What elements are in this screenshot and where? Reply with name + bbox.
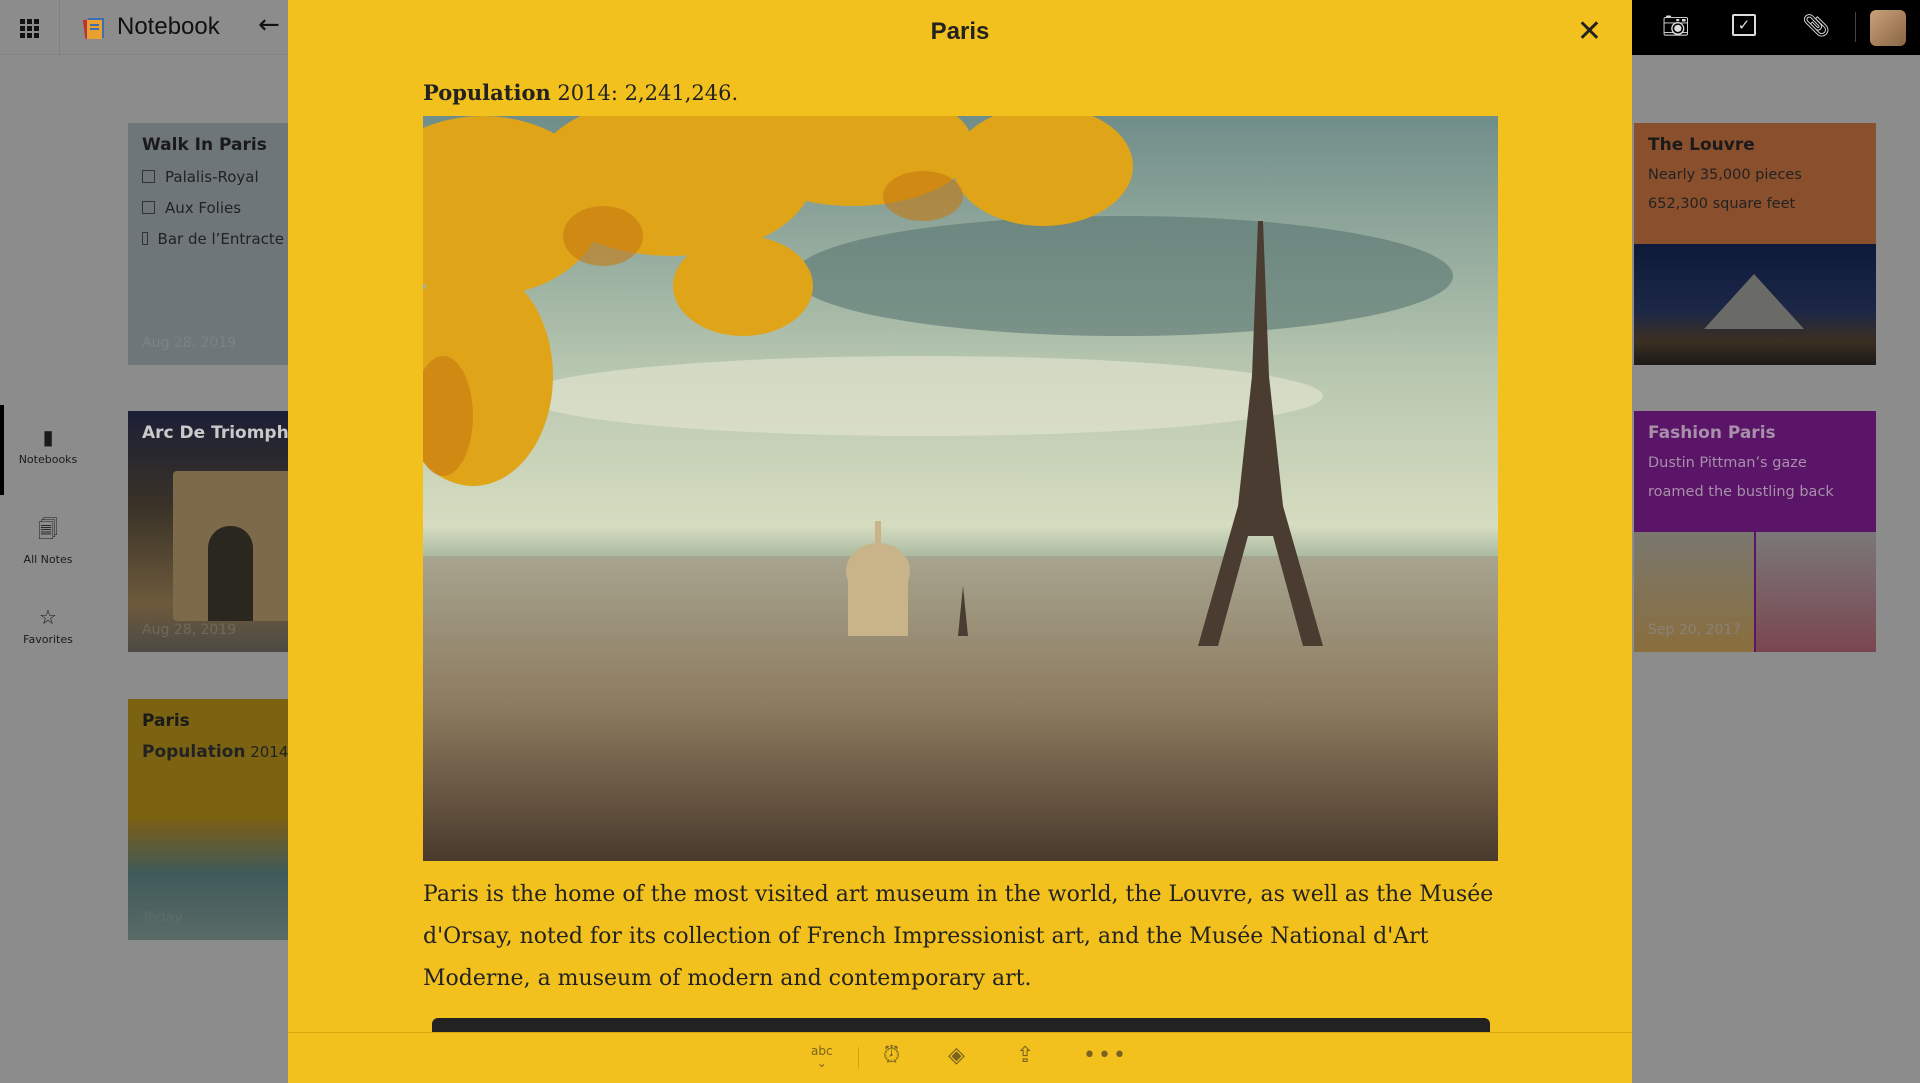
- divider: [59, 0, 60, 55]
- card-bold: Population: [142, 742, 246, 762]
- app-grid-icon[interactable]: [20, 19, 39, 38]
- population-label: Population: [423, 80, 551, 105]
- checklist-item[interactable]: Aux Folies: [142, 192, 284, 223]
- card-title: Paris: [142, 711, 190, 731]
- card-image: [1756, 532, 1876, 652]
- app-title: Notebook: [117, 13, 220, 40]
- alarm-icon[interactable]: ⏰︎: [883, 1043, 900, 1068]
- bottom-toolbar: abc ⌄ ⏰︎ ◈ ⇪ •••: [288, 1032, 1632, 1083]
- paint-bucket-icon[interactable]: ◈: [948, 1043, 965, 1068]
- note-card-paris[interactable]: Paris Population 2014: 2,241,246. Today: [128, 699, 298, 940]
- paperclip-icon[interactable]: 📎︎: [1802, 14, 1830, 39]
- note-card-louvre[interactable]: The Louvre Nearly 35,000 pieces 652,300 …: [1634, 123, 1876, 365]
- scroll-content-edge: [432, 1018, 1490, 1032]
- card-title: Walk In Paris: [142, 135, 267, 155]
- notes-icon: 🗐︎: [38, 517, 58, 541]
- checklist-item[interactable]: Palalis-Royal: [142, 161, 284, 192]
- card-text: Nearly 35,000 pieces 652,300 square feet: [1648, 167, 1802, 212]
- sidebar-item-notebooks[interactable]: ▮ Notebooks: [0, 425, 96, 466]
- paris-eiffel-image: [423, 116, 1498, 861]
- sidebar-item-label: Notebooks: [18, 453, 78, 466]
- population-line[interactable]: Population 2014: 2,241,246.: [423, 80, 738, 105]
- sidebar-item-label: Favorites: [23, 633, 73, 646]
- avatar[interactable]: [1870, 10, 1906, 46]
- sidebar-item-favorites[interactable]: ☆ Favorites: [0, 605, 96, 646]
- sidebar-item-all-notes[interactable]: 🗐︎ All Notes: [0, 515, 96, 566]
- top-bar: Notebook ←: [0, 0, 288, 55]
- modal-title: Paris: [930, 18, 990, 45]
- camera-icon[interactable]: 📷︎: [1662, 14, 1690, 39]
- note-body[interactable]: Paris is the home of the most visited ar…: [423, 874, 1498, 1000]
- card-title: Fashion Paris: [1648, 423, 1776, 443]
- card-title: Arc De Triomphe: [142, 423, 298, 443]
- paris-photo[interactable]: [423, 116, 1498, 861]
- checkbox-icon[interactable]: ✓: [1732, 14, 1756, 36]
- share-icon[interactable]: ⇪: [1016, 1043, 1034, 1068]
- divider: [858, 1047, 859, 1069]
- card-date: Aug 28, 2019: [142, 335, 237, 351]
- note-card-walk-in-paris[interactable]: Walk In Paris Palalis-Royal Aux Folies B…: [128, 123, 298, 365]
- checklist-item[interactable]: Bar de l’Entracte: [142, 223, 284, 254]
- star-icon: ☆: [39, 605, 57, 629]
- note-modal: Paris ✕ Population 2014: 2,241,246. Pari…: [288, 0, 1632, 1083]
- close-icon[interactable]: ✕: [1577, 14, 1602, 49]
- card-text: Dustin Pittman’s gaze roamed the bustlin…: [1648, 455, 1834, 500]
- back-arrow-icon[interactable]: ←: [258, 10, 280, 40]
- card-date: Aug 28, 2019: [142, 622, 237, 638]
- sidebar-item-label: All Notes: [23, 553, 73, 566]
- card-date: Today: [142, 910, 183, 926]
- arc-image: [173, 471, 298, 621]
- divider: [1855, 12, 1856, 42]
- notebook-icon: ▮: [42, 425, 54, 449]
- card-title: The Louvre: [1648, 135, 1755, 155]
- card-date: Sep 20, 2017: [1648, 622, 1742, 638]
- notebook-logo-icon: [82, 17, 104, 40]
- population-value: 2014: 2,241,246.: [550, 81, 739, 105]
- note-card-fashion-paris[interactable]: Fashion Paris Dustin Pittman’s gaze roam…: [1634, 411, 1876, 652]
- spellcheck-icon[interactable]: abc ⌄: [811, 1045, 833, 1069]
- card-image: [1634, 244, 1876, 365]
- note-card-arc-de-triomphe[interactable]: Arc De Triomphe Aug 28, 2019: [128, 411, 298, 652]
- more-icon[interactable]: •••: [1083, 1043, 1128, 1068]
